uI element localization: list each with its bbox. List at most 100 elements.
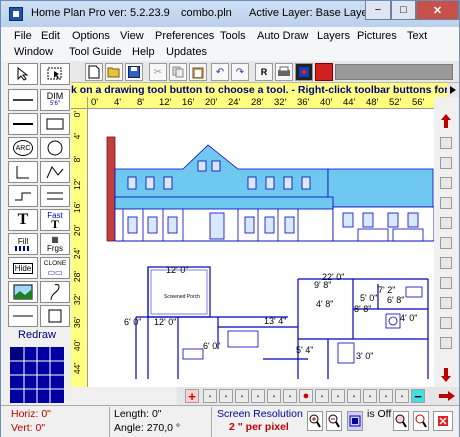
fast-text-tool[interactable]: Fast T	[40, 209, 70, 231]
report-icon[interactable]: R	[255, 63, 273, 81]
circle-tool-icon[interactable]	[40, 137, 70, 159]
fill-tool[interactable]: Fill	[8, 233, 38, 255]
zoom-window-icon[interactable]	[393, 411, 409, 431]
scroll-right-icon[interactable]	[435, 387, 459, 405]
menu-text[interactable]: Text	[407, 30, 427, 42]
zoom-out-icon[interactable]	[326, 411, 342, 431]
add-page-button[interactable]: +	[185, 389, 199, 404]
minimize-button[interactable]: −	[365, 1, 391, 20]
exit-icon[interactable]	[315, 63, 333, 81]
scroll-box[interactable]	[440, 157, 452, 169]
horiz-coordinate: Horiz: 0"	[11, 408, 51, 420]
nav-box[interactable]: •	[363, 389, 377, 403]
paste-icon[interactable]	[189, 63, 207, 81]
scroll-box[interactable]	[440, 197, 452, 209]
maximize-button[interactable]: □	[391, 1, 416, 20]
nav-box[interactable]: •	[235, 389, 249, 403]
menu-window[interactable]: Window	[14, 46, 53, 58]
new-file-icon[interactable]	[85, 63, 103, 81]
double-line-tool-icon[interactable]	[40, 185, 70, 207]
cut-icon[interactable]: ✂	[149, 63, 167, 81]
close-button[interactable]: ✕	[416, 1, 459, 20]
menu-auto-draw[interactable]: Auto Draw	[257, 30, 308, 42]
rectangle-tool-icon[interactable]	[40, 113, 70, 135]
nav-box[interactable]: •	[283, 389, 297, 403]
menu-tools[interactable]: Tools	[220, 30, 246, 42]
scroll-up-icon[interactable]	[438, 113, 454, 129]
clone-label: CLONE	[43, 260, 67, 267]
zoom-fit-icon[interactable]	[347, 411, 363, 431]
scroll-box[interactable]	[440, 177, 452, 189]
plan-dimension: 6' 8"	[387, 295, 404, 305]
redo-icon[interactable]: ↷	[231, 63, 249, 81]
layer-grid[interactable]	[10, 347, 64, 403]
scroll-box[interactable]	[440, 257, 452, 269]
frames-tool[interactable]: ▦ Frgs	[40, 233, 70, 255]
copy-icon[interactable]	[169, 63, 187, 81]
wall-tool-icon[interactable]	[8, 113, 38, 135]
dimension-tool[interactable]: DIM 5'6"	[40, 89, 70, 111]
arc-tool[interactable]: ARC	[8, 137, 38, 159]
nav-box[interactable]: •	[251, 389, 265, 403]
scroll-box[interactable]	[440, 277, 452, 289]
redraw-button[interactable]: Redraw	[10, 329, 64, 345]
curve-tool-icon[interactable]	[40, 281, 70, 303]
menu-file[interactable]: File	[14, 30, 32, 42]
line-tool-icon[interactable]	[8, 89, 38, 111]
select-arrow-icon[interactable]	[8, 63, 38, 85]
menu-updates[interactable]: Updates	[166, 46, 207, 58]
scroll-box[interactable]	[440, 137, 452, 149]
hide-tool[interactable]: Hide	[8, 257, 38, 279]
nav-box[interactable]: •	[331, 389, 345, 403]
thin-line-tool-icon[interactable]	[8, 305, 38, 327]
nav-box[interactable]: •	[219, 389, 233, 403]
polyline-tool-icon[interactable]	[40, 161, 70, 183]
plan-dimension: 9' 8"	[314, 280, 331, 290]
menu-view[interactable]: View	[120, 30, 144, 42]
drawing-canvas[interactable]: 12' 0" Screened Porch 22' 0" 9' 8" 7' 2"…	[88, 109, 434, 387]
ruler-tick: 36'	[72, 317, 82, 329]
frames-icon: ▦	[51, 235, 59, 244]
picture-tool-icon[interactable]	[8, 281, 38, 303]
menu-layers[interactable]: Layers	[317, 30, 350, 42]
save-icon[interactable]	[125, 63, 143, 81]
menu-preferences[interactable]: Preferences	[155, 30, 214, 42]
menu-edit[interactable]: Edit	[41, 30, 60, 42]
nav-box[interactable]: •	[203, 389, 217, 403]
nav-box[interactable]: •	[395, 389, 409, 403]
scroll-down-icon[interactable]	[438, 367, 454, 383]
box-select-icon[interactable]	[40, 63, 70, 85]
hint-scroll-right-icon[interactable]	[447, 83, 459, 97]
remove-page-button[interactable]: −	[411, 389, 425, 404]
zoom-in-icon[interactable]	[307, 411, 323, 431]
open-folder-icon[interactable]	[105, 63, 123, 81]
menu-options[interactable]: Options	[72, 30, 110, 42]
close-zoom-icon[interactable]	[433, 411, 453, 431]
nav-box[interactable]: •	[379, 389, 393, 403]
scroll-box[interactable]	[440, 217, 452, 229]
scroll-box[interactable]	[440, 337, 452, 349]
corner-line-tool-icon[interactable]	[8, 161, 38, 183]
undo-icon[interactable]: ↶	[211, 63, 229, 81]
print-icon[interactable]	[275, 63, 293, 81]
nav-box[interactable]: •	[267, 389, 281, 403]
menu-help[interactable]: Help	[132, 46, 155, 58]
vertical-scroll-panel[interactable]	[434, 109, 459, 387]
scroll-box[interactable]	[440, 317, 452, 329]
nav-box[interactable]: •	[315, 389, 329, 403]
text-tool-icon[interactable]: T	[8, 209, 38, 231]
menu-pictures[interactable]: Pictures	[357, 30, 397, 42]
clone-tool[interactable]: CLONE ▭▭	[40, 257, 70, 279]
step-line-tool-icon[interactable]	[8, 185, 38, 207]
app-logo-icon[interactable]	[9, 7, 23, 21]
scroll-box[interactable]	[440, 297, 452, 309]
ruler-tick: 24'	[72, 248, 82, 260]
color-icon[interactable]	[295, 63, 313, 81]
menu-tool-guide[interactable]: Tool Guide	[69, 46, 122, 58]
nav-box[interactable]: •	[347, 389, 361, 403]
nav-box-current[interactable]: ●	[299, 389, 313, 403]
square-tool-icon[interactable]	[40, 305, 70, 327]
scroll-box[interactable]	[440, 237, 452, 249]
ruler-tick: 40'	[72, 340, 82, 352]
zoom-pan-icon[interactable]	[413, 411, 429, 431]
